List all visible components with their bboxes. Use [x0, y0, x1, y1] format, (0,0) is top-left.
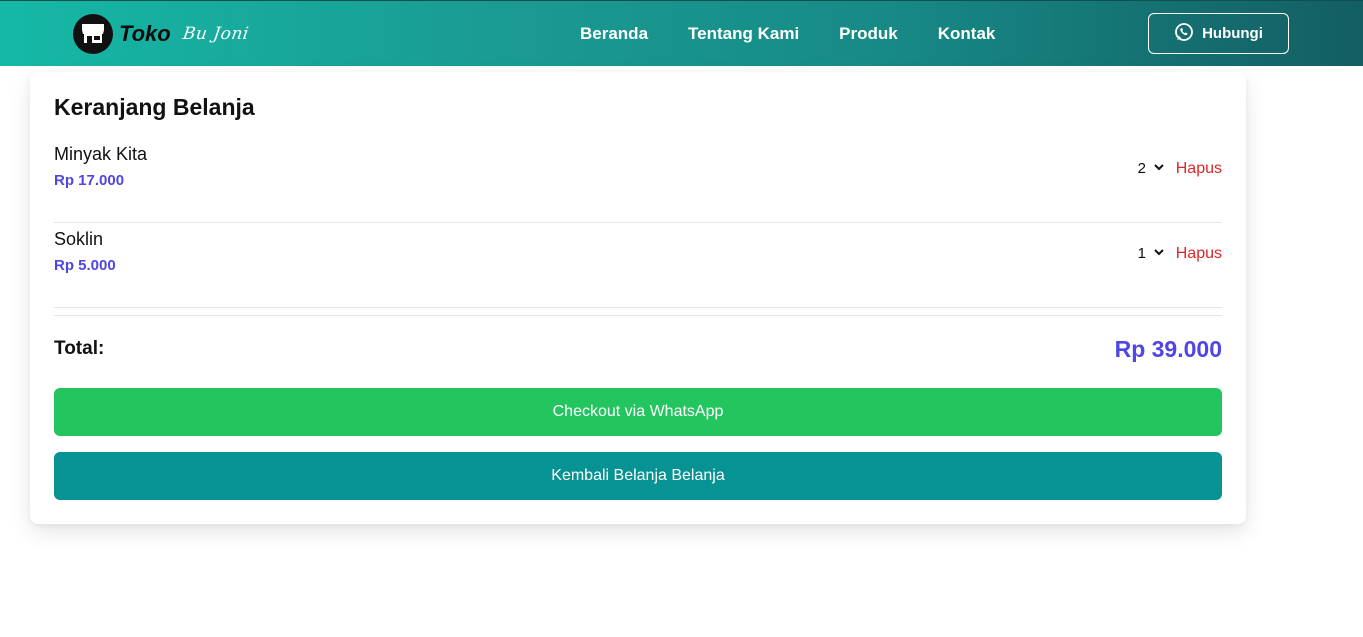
cart-item: Minyak Kita Rp 17.000 2 Hapus [54, 138, 1222, 223]
total-label: Total: [54, 338, 105, 359]
remove-item-button[interactable]: Hapus [1176, 245, 1222, 263]
quantity-select[interactable]: 1 [1138, 245, 1164, 262]
hubungi-label: Hubungi [1202, 25, 1263, 42]
nav-link-tentang-kami[interactable]: Tentang Kami [688, 24, 799, 44]
quantity-value: 1 [1137, 245, 1146, 262]
checkout-whatsapp-button[interactable]: Checkout via WhatsApp [54, 388, 1222, 436]
page-title: Keranjang Belanja [54, 94, 255, 120]
brand-script: Bu Joni [181, 24, 250, 44]
divider [54, 315, 1222, 316]
brand-logo-link[interactable]: Toko Bu Joni [73, 13, 250, 55]
cart-item: Soklin Rp 5.000 1 Hapus [54, 223, 1222, 308]
item-name: Soklin [54, 229, 104, 249]
total-value: Rp 39.000 [1114, 336, 1222, 362]
chevron-down-icon [1154, 248, 1164, 259]
brand-name: Toko [119, 21, 171, 46]
nav-link-kontak[interactable]: Kontak [938, 24, 996, 44]
nav-link-produk[interactable]: Produk [839, 24, 898, 44]
store-icon [73, 14, 113, 54]
continue-shopping-button[interactable]: Kembali Belanja Belanja [54, 452, 1222, 500]
main-nav: Beranda Tentang Kami Produk Kontak [580, 1, 1035, 67]
chevron-down-icon [1154, 163, 1164, 174]
quantity-select[interactable]: 2 [1138, 160, 1164, 177]
whatsapp-icon [1174, 22, 1194, 46]
item-price: Rp 5.000 [54, 257, 116, 274]
nav-link-beranda[interactable]: Beranda [580, 24, 648, 44]
navbar: Toko Bu Joni Beranda Tentang Kami Produk… [0, 0, 1363, 66]
cart-card: Keranjang Belanja Minyak Kita Rp 17.000 … [30, 72, 1246, 524]
item-price: Rp 17.000 [54, 172, 125, 189]
item-name: Minyak Kita [54, 144, 148, 164]
hubungi-button[interactable]: Hubungi [1148, 13, 1289, 54]
remove-item-button[interactable]: Hapus [1176, 160, 1222, 178]
quantity-value: 2 [1137, 160, 1146, 177]
